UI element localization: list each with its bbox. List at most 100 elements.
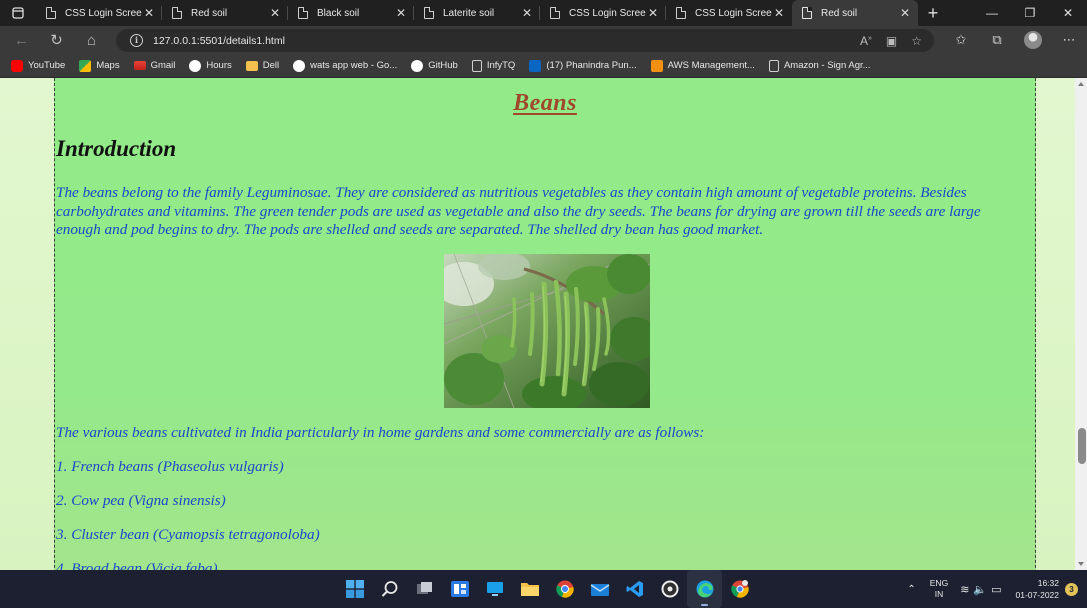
intro-heading: Introduction (56, 136, 177, 161)
restore-icon[interactable]: ❐ (1011, 0, 1049, 26)
list-intro: The various beans cultivated in India pa… (56, 424, 705, 441)
page-icon (46, 7, 56, 19)
bookmark-youtube[interactable]: YouTube (11, 59, 65, 72)
bookmark-hours[interactable]: Hours (189, 59, 232, 72)
back-icon[interactable]: ← (4, 32, 39, 49)
widgets-icon (450, 581, 469, 597)
tab-strip: CSS Login Screen ✕ Red soil ✕ Black soil ✕ … (0, 0, 1087, 26)
intro-line: enough and pod begins to dry. The pods a… (56, 221, 764, 238)
favorites-icon[interactable]: ✩ (943, 32, 979, 48)
scroll-up-icon[interactable] (1078, 82, 1084, 86)
new-tab-button[interactable]: + (918, 0, 948, 26)
profile-avatar[interactable] (1015, 31, 1051, 49)
search-button[interactable] (372, 570, 407, 608)
tab-css-login-1[interactable]: CSS Login Screen ✕ (36, 0, 162, 26)
beans-plant-image (444, 254, 650, 408)
page-scrollbar[interactable] (1075, 78, 1087, 570)
tab-css-login-3[interactable]: CSS Login Screen ✕ (666, 0, 792, 26)
bookmark-amazon[interactable]: Amazon - Sign Agr... (768, 59, 871, 72)
tab-css-login-2[interactable]: CSS Login Screen ✕ (540, 0, 666, 26)
address-bar[interactable]: i 127.0.0.1:5501/details1.html A» ▣ ☆ (116, 29, 934, 52)
windows-logo-icon (345, 580, 364, 598)
scrollbar-thumb[interactable] (1078, 428, 1086, 464)
close-tab-icon[interactable]: ✕ (142, 6, 156, 20)
bookmark-github[interactable]: GitHub (411, 59, 458, 72)
chrome-icon (555, 580, 574, 598)
scroll-down-icon[interactable] (1078, 562, 1084, 566)
desktop-app-button[interactable] (477, 570, 512, 608)
close-window-icon[interactable]: ✕ (1049, 0, 1087, 26)
maps-icon (79, 59, 92, 72)
close-tab-icon[interactable]: ✕ (520, 6, 534, 20)
tab-black-soil[interactable]: Black soil ✕ (288, 0, 414, 26)
mail-button[interactable] (582, 570, 617, 608)
google-icon (189, 59, 202, 72)
add-favorite-icon[interactable]: ☆ (911, 34, 922, 48)
bookmark-maps[interactable]: Maps (79, 59, 120, 72)
clock[interactable]: 16:32 01-07-2022 (1016, 577, 1059, 601)
folder-icon (245, 60, 258, 71)
aws-icon (650, 59, 663, 72)
close-tab-icon[interactable]: ✕ (394, 6, 408, 20)
bookmark-aws[interactable]: AWS Management... (650, 59, 755, 72)
collections-icon[interactable]: ⧉ (979, 32, 1015, 48)
url-text[interactable]: 127.0.0.1:5501/details1.html (153, 35, 860, 47)
chrome-dev-button[interactable] (722, 570, 757, 608)
read-aloud-icon[interactable]: A» (860, 34, 872, 48)
task-view-button[interactable] (407, 570, 442, 608)
bookmark-linkedin[interactable]: (17) Phanindra Pun... (529, 59, 637, 72)
system-tray: ⌃ ENG IN ≋🔈▭ 16:32 01-07-2022 3 (907, 570, 1087, 608)
language-indicator[interactable]: ENG IN (930, 578, 948, 600)
volume-icon: 🔈 (973, 583, 992, 596)
tab-red-soil-active[interactable]: Red soil ✕ (792, 0, 918, 26)
refresh-icon[interactable]: ↻ (39, 31, 74, 49)
folder-icon (520, 583, 539, 596)
show-hidden-icons[interactable]: ⌃ (907, 584, 915, 595)
bookmarks-bar: YouTube Maps Gmail Hours Dell wats app w… (0, 54, 1087, 78)
bookmark-dell[interactable]: Dell (245, 60, 279, 71)
page-viewport: Beans Introduction The beans belong to t… (0, 78, 1087, 570)
bookmark-whatsapp-web[interactable]: wats app web - Go... (293, 59, 397, 72)
bean-list-item: 3. Cluster bean (Cyamopsis tetragonoloba… (56, 526, 320, 543)
obs-icon (661, 580, 678, 598)
close-tab-icon[interactable]: ✕ (898, 6, 912, 20)
edge-button[interactable] (687, 570, 722, 608)
start-button[interactable] (337, 570, 372, 608)
notification-badge[interactable]: 3 (1065, 582, 1078, 596)
obs-button[interactable] (652, 570, 687, 608)
window-controls: — ❐ ✕ (973, 0, 1087, 26)
tab-laterite-soil[interactable]: Laterite soil ✕ (414, 0, 540, 26)
search-icon (381, 581, 397, 597)
close-tab-icon[interactable]: ✕ (646, 6, 660, 20)
page-title: Beans (513, 90, 577, 116)
bean-list-item: 2. Cow pea (Vigna sinensis) (56, 492, 226, 509)
intro-line: carbohydrates and vitamins. The green te… (56, 202, 981, 220)
site-info-icon[interactable]: i (130, 34, 143, 47)
bookmark-gmail[interactable]: Gmail (133, 60, 175, 71)
minimize-icon[interactable]: — (973, 0, 1011, 26)
tab-actions-button[interactable] (0, 0, 36, 26)
content-container: Beans Introduction The beans belong to t… (54, 78, 1036, 570)
vscode-button[interactable] (617, 570, 652, 608)
close-tab-icon[interactable]: ✕ (268, 6, 282, 20)
page-icon (802, 7, 812, 19)
page-icon (424, 7, 434, 19)
tab-actions-icon (12, 7, 24, 19)
home-icon[interactable]: ⌂ (74, 32, 109, 49)
github-icon (411, 59, 424, 72)
bookmark-infytq[interactable]: InfyTQ (471, 59, 515, 72)
file-explorer-button[interactable] (512, 570, 547, 608)
intro-line: The beans belong to the family Leguminos… (56, 184, 967, 201)
wifi-icon: ≋ (960, 583, 974, 596)
battery-icon: ▭ (991, 583, 1006, 596)
youtube-icon (11, 59, 23, 72)
close-tab-icon[interactable]: ✕ (772, 6, 786, 20)
bean-list-item: 1. French beans (Phaseolus vulgaris) (56, 458, 284, 475)
vscode-icon (626, 581, 643, 597)
immersive-reader-icon[interactable]: ▣ (886, 34, 897, 48)
more-menu-icon[interactable]: ⋯ (1051, 32, 1087, 48)
tab-red-soil-1[interactable]: Red soil ✕ (162, 0, 288, 26)
widgets-button[interactable] (442, 570, 477, 608)
chrome-button[interactable] (547, 570, 582, 608)
network-volume-battery[interactable]: ≋🔈▭ (960, 583, 1005, 596)
